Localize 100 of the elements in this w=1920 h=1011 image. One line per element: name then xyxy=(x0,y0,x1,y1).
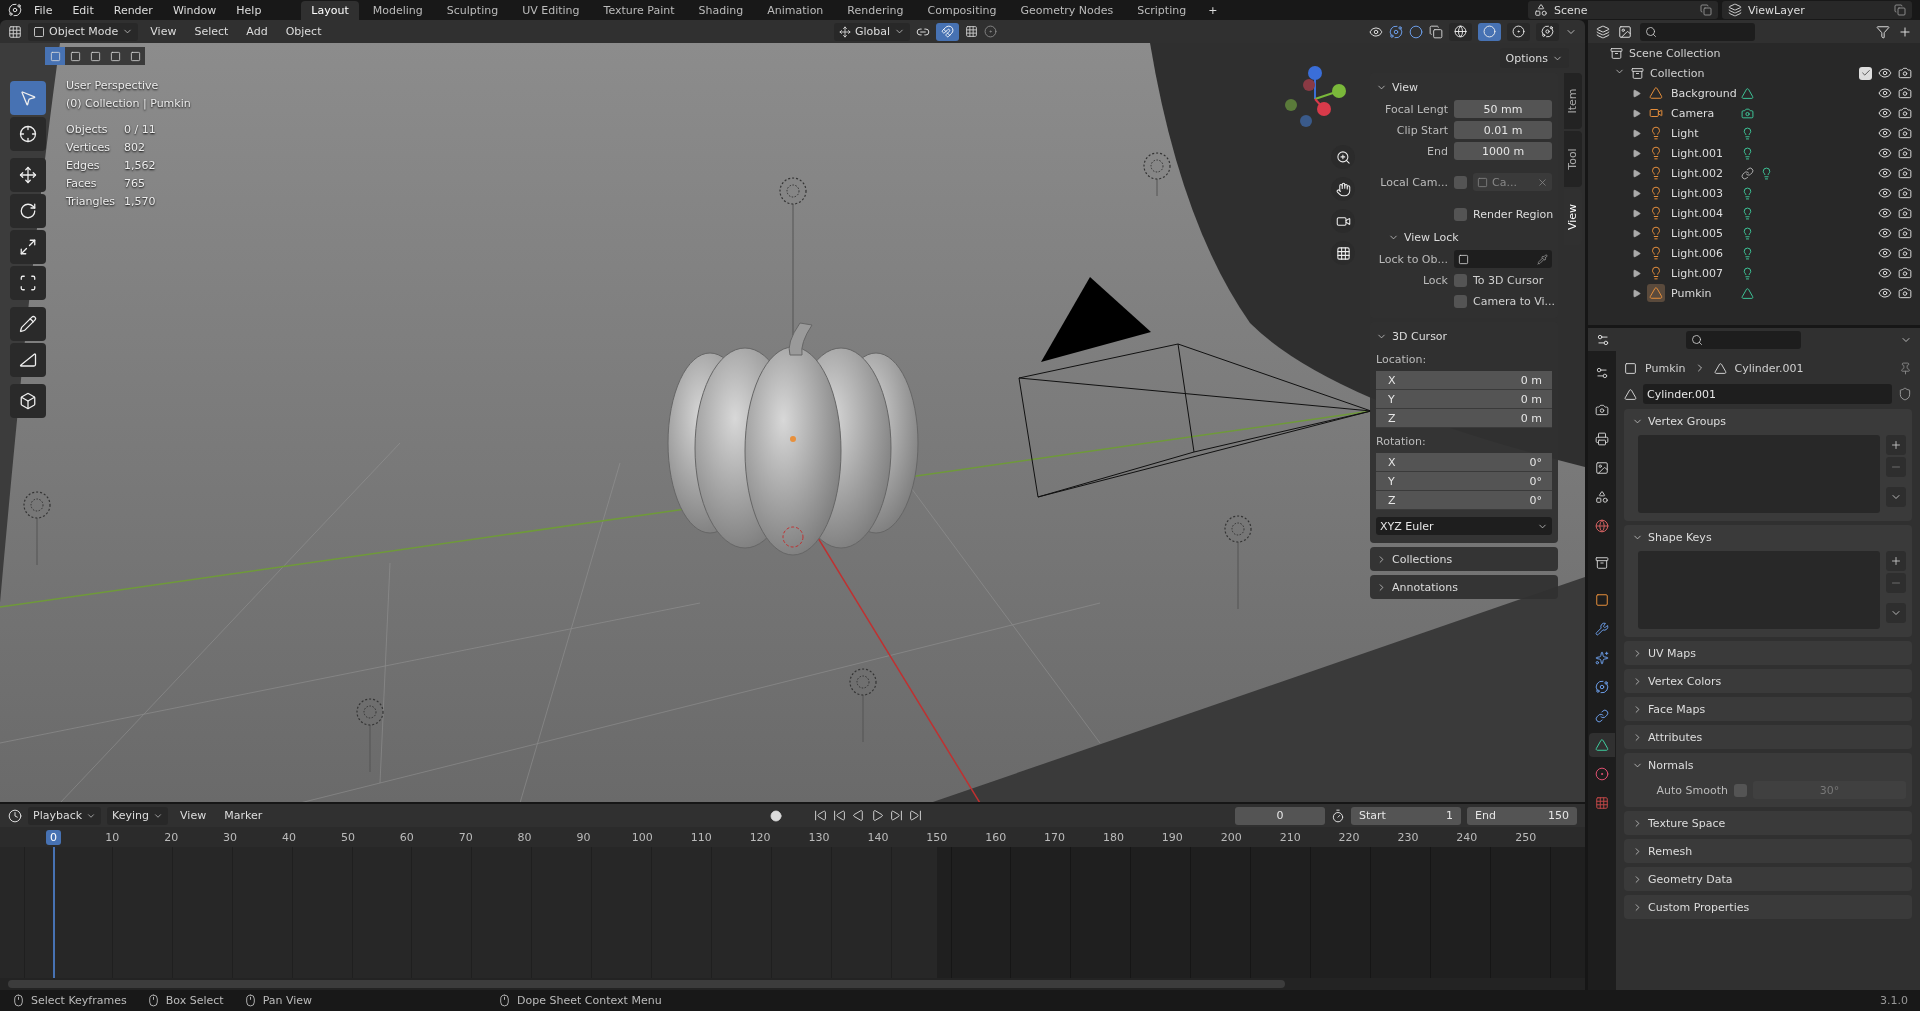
properties-tab[interactable] xyxy=(1589,733,1615,757)
tool-button[interactable] xyxy=(10,343,46,377)
panel-header[interactable]: Vertex Colors xyxy=(1630,669,1906,693)
proportional-icon[interactable] xyxy=(984,25,997,38)
options-dropdown[interactable]: Options xyxy=(1499,48,1569,68)
checkbox[interactable] xyxy=(1454,175,1467,189)
perspective-button[interactable] xyxy=(1331,241,1355,265)
view-layer-selector[interactable]: ViewLayer xyxy=(1722,1,1912,19)
panel-header[interactable]: Face Maps xyxy=(1630,697,1906,721)
workspace-tab[interactable]: Shading xyxy=(688,0,754,20)
eye-icon[interactable] xyxy=(1878,146,1892,160)
header-menu[interactable]: View xyxy=(144,23,183,40)
previous-keyframe-icon[interactable] xyxy=(833,809,847,822)
eye-icon[interactable] xyxy=(1878,186,1892,200)
jump-end-icon[interactable] xyxy=(909,809,923,822)
end-frame-field[interactable]: End 150 xyxy=(1467,806,1577,825)
eye-icon[interactable] xyxy=(1878,106,1892,120)
zoom-button[interactable] xyxy=(1331,145,1355,169)
object-name[interactable]: Light.001 xyxy=(1671,146,1735,160)
eye-icon[interactable] xyxy=(1878,286,1892,300)
snap-target-icon[interactable] xyxy=(965,25,978,38)
collection-label[interactable]: Collection xyxy=(1650,66,1705,80)
checkbox[interactable] xyxy=(1859,66,1872,80)
eye-icon[interactable] xyxy=(1878,246,1892,260)
record-icon[interactable] xyxy=(770,809,783,822)
editor-type-icon[interactable] xyxy=(8,24,22,39)
checkbox[interactable] xyxy=(1454,207,1467,221)
rotation-mode-dropdown[interactable]: XYZ Euler xyxy=(1376,517,1552,535)
timeline-dropdown[interactable]: Playback xyxy=(28,806,102,825)
camera-icon[interactable] xyxy=(1898,186,1912,200)
workspace-tab[interactable]: Rendering xyxy=(837,0,914,20)
menu-item[interactable]: Window xyxy=(164,1,225,19)
play-icon[interactable] xyxy=(871,809,885,822)
jump-start-icon[interactable] xyxy=(814,809,828,822)
eye-icon[interactable] xyxy=(1878,206,1892,220)
object-name[interactable]: Light.004 xyxy=(1671,206,1735,220)
select-mode-button[interactable] xyxy=(45,47,65,65)
camera-icon[interactable] xyxy=(1898,226,1912,240)
workspace-tab[interactable]: Compositing xyxy=(917,0,1007,20)
panel-header[interactable]: Shape Keys xyxy=(1630,525,1906,549)
camera-icon[interactable] xyxy=(1898,166,1912,180)
axis-field[interactable]: Z 0° xyxy=(1376,491,1552,510)
object-name[interactable]: Camera xyxy=(1671,106,1735,120)
object-field[interactable] xyxy=(1454,250,1552,268)
search-field[interactable] xyxy=(1686,330,1801,349)
shading-mode-button[interactable] xyxy=(1478,22,1501,41)
object-name[interactable]: Light xyxy=(1671,126,1735,140)
search-field[interactable] xyxy=(1640,22,1755,41)
workspace-tab[interactable]: Animation xyxy=(757,0,834,20)
checkbox[interactable] xyxy=(1454,273,1467,287)
camera-icon[interactable] xyxy=(1898,246,1912,260)
workspace-tab[interactable]: UV Editing xyxy=(512,0,590,20)
new-collection-icon[interactable] xyxy=(1898,24,1912,39)
next-keyframe-icon[interactable] xyxy=(890,809,904,822)
camera-icon[interactable] xyxy=(1898,206,1912,220)
menu-item[interactable]: File xyxy=(26,1,61,19)
orientation-dropdown[interactable]: Global xyxy=(833,22,910,41)
tool-button[interactable] xyxy=(10,117,46,151)
menu-item[interactable]: Render xyxy=(105,1,161,19)
axis-field[interactable]: X 0° xyxy=(1376,453,1552,472)
mesh-icon[interactable] xyxy=(1624,387,1637,401)
add-button[interactable] xyxy=(1886,551,1906,571)
panel-header[interactable]: Remesh xyxy=(1630,839,1906,863)
mode-dropdown[interactable]: Object Mode xyxy=(28,22,139,41)
axis-field[interactable]: Z 0 m xyxy=(1376,409,1552,428)
header-menu[interactable]: Object xyxy=(279,23,328,40)
timeline-dropdown[interactable]: Keying xyxy=(107,806,169,825)
checkbox[interactable] xyxy=(1454,294,1467,308)
visibility-icon[interactable] xyxy=(1369,24,1383,39)
pan-button[interactable] xyxy=(1331,177,1355,201)
workspace-tab[interactable]: Texture Paint xyxy=(593,0,685,20)
shading-mode-button[interactable] xyxy=(1507,22,1530,41)
tool-button[interactable] xyxy=(10,384,46,418)
editor-type-icon[interactable] xyxy=(8,808,22,823)
menu-item[interactable]: Edit xyxy=(64,1,102,19)
current-frame-field[interactable]: 0 xyxy=(1235,806,1325,825)
add-button[interactable] xyxy=(1886,435,1906,455)
object-name[interactable]: Light.002 xyxy=(1671,166,1735,180)
editor-type-icon[interactable] xyxy=(1596,24,1610,39)
tool-button[interactable] xyxy=(10,158,46,192)
data-block-field[interactable]: Cylinder.001 xyxy=(1643,384,1892,404)
axis-field[interactable]: X 0 m xyxy=(1376,371,1552,390)
subpanel-header[interactable]: View Lock xyxy=(1376,227,1552,247)
camera-icon[interactable] xyxy=(1898,86,1912,100)
scrollbar[interactable] xyxy=(8,980,1285,988)
camera-icon[interactable] xyxy=(1898,126,1912,140)
shading-mode-button[interactable] xyxy=(1536,22,1559,41)
header-menu[interactable]: View xyxy=(174,807,213,824)
eye-icon[interactable] xyxy=(1878,166,1892,180)
eye-icon[interactable] xyxy=(1878,86,1892,100)
select-mode-button[interactable] xyxy=(125,47,145,65)
scene-selector[interactable]: Scene xyxy=(1528,1,1718,19)
axis-field[interactable]: Y 0 m xyxy=(1376,390,1552,409)
workspace-tab[interactable]: Scripting xyxy=(1127,0,1197,20)
panel-header[interactable]: Texture Space xyxy=(1630,811,1906,835)
snap-toggle[interactable] xyxy=(936,22,959,41)
sidebar-tab[interactable]: Item xyxy=(1564,73,1582,129)
play-reverse-icon[interactable] xyxy=(852,809,866,822)
axis-field[interactable]: Y 0° xyxy=(1376,472,1552,491)
eye-icon[interactable] xyxy=(1878,126,1892,140)
